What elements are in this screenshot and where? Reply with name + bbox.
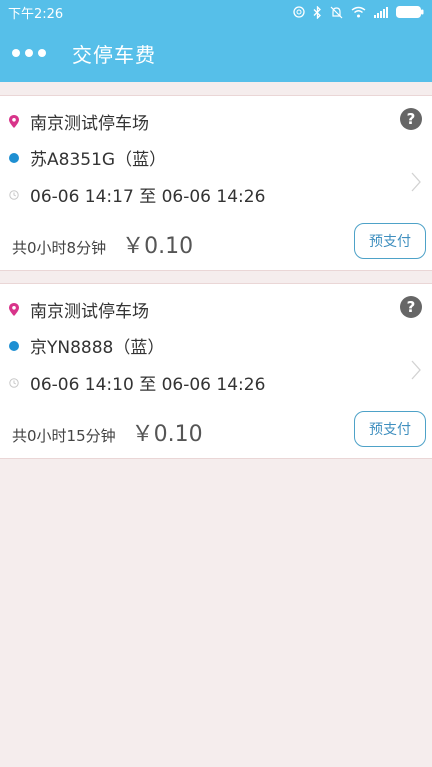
parking-duration: 共0小时8分钟	[12, 239, 107, 257]
bluetooth-icon	[313, 5, 321, 19]
chevron-right-icon[interactable]	[411, 360, 421, 380]
plate-row: 苏A8351G（蓝）	[8, 145, 166, 170]
plate-dot-icon	[8, 339, 20, 353]
chevron-right-icon[interactable]	[411, 172, 421, 192]
time-row: 06-06 14:10 至 06-06 14:26	[8, 370, 265, 395]
time-range: 06-06 14:10 至 06-06 14:26	[30, 375, 266, 395]
parking-order-card[interactable]: 南京测试停车场 ? 京YN8888（蓝） 06-06 14:10 至 06-06…	[0, 283, 432, 459]
clock-icon	[8, 376, 20, 390]
help-icon[interactable]: ?	[400, 108, 422, 130]
parking-lot-name: 南京测试停车场	[30, 114, 149, 134]
location-pin-icon	[8, 115, 20, 129]
status-bar: 下午2:26	[0, 0, 432, 24]
prepay-button[interactable]: 预支付	[354, 411, 426, 447]
time-range: 06-06 14:17 至 06-06 14:26	[30, 187, 266, 207]
location-pin-icon	[8, 303, 20, 317]
time-row: 06-06 14:17 至 06-06 14:26	[8, 182, 265, 207]
parking-duration: 共0小时15分钟	[12, 427, 116, 445]
battery-icon	[396, 6, 424, 18]
mute-bell-icon	[330, 6, 343, 18]
fee-row: 共0小时8分钟 ￥0.10	[12, 228, 193, 260]
prepay-button[interactable]: 预支付	[354, 223, 426, 259]
alarm-icon	[293, 6, 305, 18]
more-menu-icon[interactable]	[12, 49, 46, 57]
parking-order-card[interactable]: 南京测试停车场 ? 苏A8351G（蓝） 06-06 14:17 至 06-06…	[0, 95, 432, 271]
license-plate: 苏A8351G（蓝）	[30, 150, 167, 170]
help-icon[interactable]: ?	[400, 296, 422, 318]
parking-lot-row: 南京测试停车场	[8, 109, 149, 134]
app-bar: 交停车费	[0, 24, 432, 82]
order-list: 南京测试停车场 ? 苏A8351G（蓝） 06-06 14:17 至 06-06…	[0, 82, 432, 459]
clock-icon	[8, 188, 20, 202]
page-title: 交停车费	[72, 42, 156, 67]
status-time: 下午2:26	[8, 6, 64, 22]
plate-dot-icon	[8, 151, 20, 165]
parking-lot-name: 南京测试停车场	[30, 302, 149, 322]
fee-row: 共0小时15分钟 ￥0.10	[12, 416, 203, 448]
signal-icon	[374, 6, 388, 18]
status-icons	[293, 5, 424, 19]
fee-amount: ￥0.10	[131, 422, 203, 447]
parking-lot-row: 南京测试停车场	[8, 297, 149, 322]
fee-amount: ￥0.10	[122, 234, 194, 259]
license-plate: 京YN8888（蓝）	[30, 338, 165, 358]
plate-row: 京YN8888（蓝）	[8, 333, 164, 358]
wifi-icon	[351, 6, 366, 18]
